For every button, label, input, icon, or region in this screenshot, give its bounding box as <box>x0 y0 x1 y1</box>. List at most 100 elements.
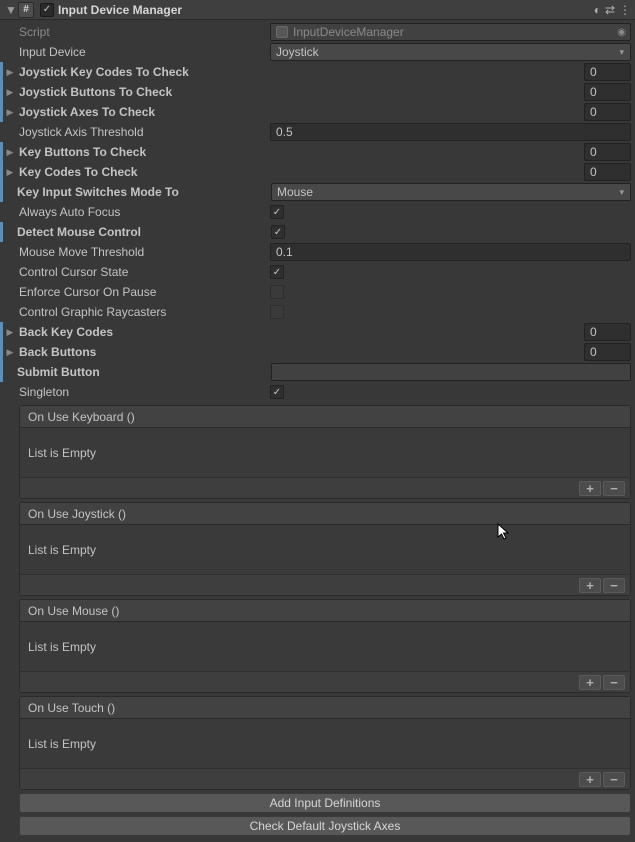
label-script: Script <box>0 25 270 39</box>
label-detect-mouse: Detect Mouse Control <box>17 225 271 239</box>
foldout-icon[interactable]: ▶ <box>3 165 17 179</box>
event-body: List is Empty <box>20 525 630 575</box>
row-back-key-codes: ▶ Back Key Codes 0 <box>0 322 635 342</box>
object-icon <box>276 26 288 38</box>
add-button[interactable]: + <box>579 578 601 593</box>
check-default-joystick-axes-button[interactable]: Check Default Joystick Axes <box>19 816 631 836</box>
script-object-field[interactable]: InputDeviceManager ◉ <box>270 23 631 41</box>
input-mouse-move-threshold[interactable]: 0.1 <box>270 243 631 261</box>
row-input-device: Input Device Joystick ▾ <box>0 42 635 62</box>
label-mouse-move-threshold: Mouse Move Threshold <box>0 245 270 259</box>
foldout-icon[interactable]: ▼ <box>4 3 18 17</box>
add-input-definitions-button[interactable]: Add Input Definitions <box>19 793 631 813</box>
count-joystick-key-codes[interactable]: 0 <box>584 63 631 81</box>
row-joystick-buttons: ▶ Joystick Buttons To Check 0 <box>0 82 635 102</box>
event-header: On Use Keyboard () <box>20 406 630 428</box>
row-back-buttons: ▶ Back Buttons 0 <box>0 342 635 362</box>
override-marker <box>0 362 3 382</box>
checkbox-control-raycasters[interactable] <box>270 305 284 319</box>
menu-icon[interactable]: ⋮ <box>619 3 631 17</box>
dropdown-value: Mouse <box>277 185 313 199</box>
checkbox-singleton[interactable]: ✓ <box>270 385 284 399</box>
row-joystick-axes: ▶ Joystick Axes To Check 0 <box>0 102 635 122</box>
event-footer: + − <box>20 575 630 595</box>
dropdown-value: Joystick <box>276 45 319 59</box>
event-on-use-joystick: On Use Joystick () List is Empty + − <box>19 502 631 596</box>
row-key-input-switches: ▶ Key Input Switches Mode To Mouse ▾ <box>0 182 635 202</box>
label-enforce-cursor-pause: Enforce Cursor On Pause <box>0 285 270 299</box>
row-enforce-cursor-pause: Enforce Cursor On Pause <box>0 282 635 302</box>
label-back-buttons: Back Buttons <box>17 345 276 359</box>
foldout-icon[interactable]: ▶ <box>3 325 17 339</box>
enable-checkbox[interactable]: ✓ <box>40 3 54 17</box>
row-submit-button: ▶ Submit Button <box>0 362 635 382</box>
label-joystick-buttons: Joystick Buttons To Check <box>17 85 276 99</box>
label-joystick-axis-threshold: Joystick Axis Threshold <box>0 125 270 139</box>
row-control-cursor-state: Control Cursor State ✓ <box>0 262 635 282</box>
script-value: InputDeviceManager <box>293 25 404 39</box>
label-key-codes: Key Codes To Check <box>17 165 276 179</box>
component-header: ▼ # ✓ Input Device Manager ◐ ⇄ ⋮ <box>0 0 635 20</box>
foldout-icon[interactable]: ▶ <box>3 85 17 99</box>
component-title: Input Device Manager <box>58 3 594 17</box>
foldout-icon[interactable]: ▶ <box>3 345 17 359</box>
foldout-icon[interactable]: ▶ <box>3 105 17 119</box>
event-header: On Use Mouse () <box>20 600 630 622</box>
count-key-buttons[interactable]: 0 <box>584 143 631 161</box>
label-input-device: Input Device <box>0 45 270 59</box>
checkbox-detect-mouse[interactable]: ✓ <box>271 225 285 239</box>
checkbox-always-auto-focus[interactable]: ✓ <box>270 205 284 219</box>
label-singleton: Singleton <box>0 385 270 399</box>
remove-button[interactable]: − <box>603 675 625 690</box>
add-button[interactable]: + <box>579 675 601 690</box>
dropdown-key-input-switches[interactable]: Mouse ▾ <box>271 183 631 201</box>
label-control-cursor-state: Control Cursor State <box>0 265 270 279</box>
label-always-auto-focus: Always Auto Focus <box>0 205 270 219</box>
row-always-auto-focus: Always Auto Focus ✓ <box>0 202 635 222</box>
chevron-down-icon: ▾ <box>619 187 624 198</box>
foldout-icon[interactable]: ▶ <box>3 145 17 159</box>
event-header: On Use Joystick () <box>20 503 630 525</box>
remove-button[interactable]: − <box>603 578 625 593</box>
remove-button[interactable]: − <box>603 772 625 787</box>
label-key-buttons: Key Buttons To Check <box>17 145 276 159</box>
label-joystick-axes: Joystick Axes To Check <box>17 105 276 119</box>
event-on-use-mouse: On Use Mouse () List is Empty + − <box>19 599 631 693</box>
label-key-input-switches: Key Input Switches Mode To <box>17 185 271 199</box>
event-footer: + − <box>20 672 630 692</box>
label-back-key-codes: Back Key Codes <box>17 325 276 339</box>
checkbox-control-cursor-state[interactable]: ✓ <box>270 265 284 279</box>
override-marker <box>0 182 3 202</box>
input-submit-button[interactable] <box>271 363 631 381</box>
event-footer: + − <box>20 478 630 498</box>
add-button[interactable]: + <box>579 772 601 787</box>
label-control-raycasters: Control Graphic Raycasters <box>0 305 270 319</box>
input-joystick-axis-threshold[interactable]: 0.5 <box>270 123 631 141</box>
count-joystick-buttons[interactable]: 0 <box>584 83 631 101</box>
add-button[interactable]: + <box>579 481 601 496</box>
count-key-codes[interactable]: 0 <box>584 163 631 181</box>
preset-icon[interactable]: ⇄ <box>605 3 615 17</box>
foldout-icon[interactable]: ▶ <box>3 65 17 79</box>
object-picker-icon[interactable]: ◉ <box>617 27 626 38</box>
script-icon: # <box>18 2 34 18</box>
count-back-key-codes[interactable]: 0 <box>584 323 631 341</box>
event-on-use-touch: On Use Touch () List is Empty + − <box>19 696 631 790</box>
count-back-buttons[interactable]: 0 <box>584 343 631 361</box>
row-mouse-move-threshold: Mouse Move Threshold 0.1 <box>0 242 635 262</box>
label-joystick-key-codes: Joystick Key Codes To Check <box>17 65 276 79</box>
count-joystick-axes[interactable]: 0 <box>584 103 631 121</box>
row-detect-mouse: ▶ Detect Mouse Control ✓ <box>0 222 635 242</box>
row-joystick-axis-threshold: Joystick Axis Threshold 0.5 <box>0 122 635 142</box>
event-body: List is Empty <box>20 719 630 769</box>
event-footer: + − <box>20 769 630 789</box>
override-marker <box>0 222 3 242</box>
row-joystick-key-codes: ▶ Joystick Key Codes To Check 0 <box>0 62 635 82</box>
event-on-use-keyboard: On Use Keyboard () List is Empty + − <box>19 405 631 499</box>
checkbox-enforce-cursor-pause[interactable] <box>270 285 284 299</box>
help-icon[interactable]: ◐ <box>594 3 601 17</box>
remove-button[interactable]: − <box>603 481 625 496</box>
label-submit-button: Submit Button <box>17 365 271 379</box>
row-script: Script InputDeviceManager ◉ <box>0 22 635 42</box>
dropdown-input-device[interactable]: Joystick ▾ <box>270 43 631 61</box>
